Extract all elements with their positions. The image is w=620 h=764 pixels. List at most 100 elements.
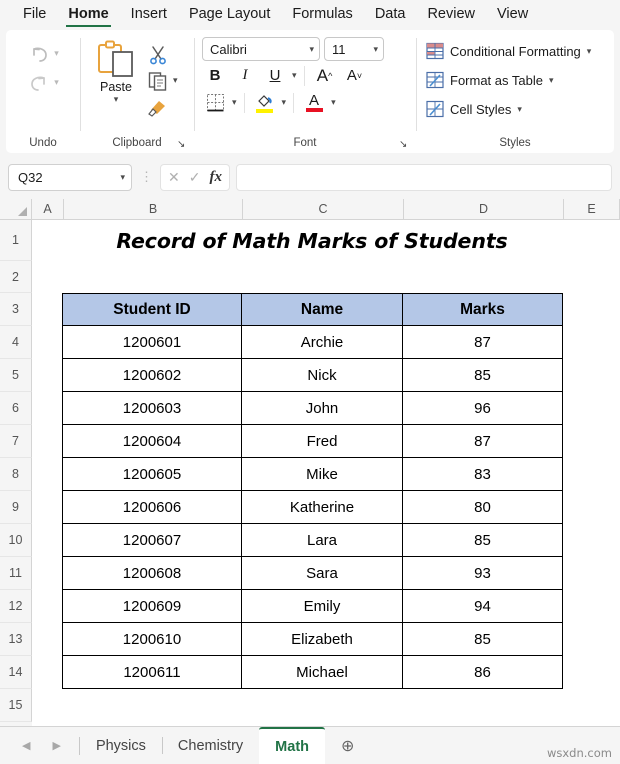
row-header-3[interactable]: 3 — [0, 293, 32, 326]
increase-font-size-button[interactable]: A ^ — [312, 63, 338, 88]
cancel-formula-button[interactable]: ✕ — [168, 170, 180, 184]
cell-student-id[interactable]: 1200605 — [62, 457, 242, 491]
column-header-e[interactable]: E — [564, 199, 620, 220]
cut-button[interactable] — [147, 42, 178, 67]
sheet-tab-physics[interactable]: Physics — [80, 727, 162, 764]
row-header-11[interactable]: 11 — [0, 557, 32, 590]
column-header-b[interactable]: B — [64, 199, 243, 220]
borders-chevron-down-icon[interactable]: ▾ — [232, 97, 237, 108]
cell-student-id[interactable]: 1200609 — [62, 589, 242, 623]
row-header-7[interactable]: 7 — [0, 425, 32, 458]
row-header-15[interactable]: 15 — [0, 689, 32, 722]
copy-button[interactable]: ▾ — [147, 68, 178, 93]
decrease-font-size-button[interactable]: A ˅ — [342, 63, 368, 88]
font-color-chevron-down-icon[interactable]: ▾ — [331, 97, 336, 108]
column-header-c[interactable]: C — [243, 199, 404, 220]
formula-input[interactable] — [235, 163, 612, 191]
cell-marks[interactable]: 94 — [402, 589, 563, 623]
cell-name[interactable]: Sara — [241, 556, 403, 590]
select-all-corner-button[interactable] — [0, 199, 32, 220]
copy-dropdown-chevron-icon[interactable]: ▾ — [173, 75, 178, 86]
cell-name[interactable]: Archie — [241, 325, 403, 359]
row-header-10[interactable]: 10 — [0, 524, 32, 557]
name-box-chevron-down-icon[interactable]: ▾ — [120, 172, 125, 183]
previous-sheet-arrow-icon[interactable]: ◀ — [22, 739, 30, 752]
cell-student-id[interactable]: 1200601 — [62, 325, 242, 359]
row-header-9[interactable]: 9 — [0, 491, 32, 524]
cell-student-id[interactable]: 1200604 — [62, 424, 242, 458]
insert-function-button[interactable]: fx — [209, 169, 222, 186]
row-header-6[interactable]: 6 — [0, 392, 32, 425]
conditional-formatting-chevron-down-icon[interactable]: ▾ — [587, 46, 592, 57]
ribbon-tab-page-layout[interactable]: Page Layout — [178, 4, 281, 28]
sheet-tab-chemistry[interactable]: Chemistry — [161, 727, 259, 764]
cell-marks[interactable]: 85 — [402, 358, 563, 392]
cell-name[interactable]: John — [241, 391, 403, 425]
cell-name[interactable]: Mike — [241, 457, 403, 491]
row-header-4[interactable]: 4 — [0, 326, 32, 359]
ribbon-tab-review[interactable]: Review — [416, 4, 486, 28]
row-header-12[interactable]: 12 — [0, 590, 32, 623]
cell-marks[interactable]: 96 — [402, 391, 563, 425]
fill-color-chevron-down-icon[interactable]: ▾ — [282, 97, 287, 108]
row-header-14[interactable]: 14 — [0, 656, 32, 689]
cell-student-id[interactable]: 1200608 — [62, 556, 242, 590]
cell-student-id[interactable]: 1200607 — [62, 523, 242, 557]
ribbon-tab-home[interactable]: Home — [57, 4, 119, 28]
sheet-tab-math[interactable]: Math — [259, 727, 326, 764]
add-sheet-button[interactable]: ⊕ — [325, 727, 370, 764]
ribbon-tab-file[interactable]: File — [12, 4, 57, 28]
column-header-a[interactable]: A — [32, 199, 64, 220]
font-size-select[interactable]: 11 ▾ — [324, 37, 384, 61]
cell-marks[interactable]: 86 — [402, 655, 563, 689]
cell-name[interactable]: Fred — [241, 424, 403, 458]
font-name-select[interactable]: Calibri ▾ — [202, 37, 320, 61]
next-sheet-arrow-icon[interactable]: ▶ — [52, 739, 60, 752]
cell-student-id[interactable]: 1200603 — [62, 391, 242, 425]
cell-marks[interactable]: 85 — [402, 523, 563, 557]
cell-marks[interactable]: 87 — [402, 325, 563, 359]
row-header-1[interactable]: 1 — [0, 220, 32, 261]
ribbon-tab-formulas[interactable]: Formulas — [281, 4, 363, 28]
ribbon-tab-data[interactable]: Data — [364, 4, 417, 28]
column-header-d[interactable]: D — [404, 199, 564, 220]
redo-button[interactable]: ▾ — [27, 68, 59, 97]
font-size-chevron-down-icon[interactable]: ▾ — [373, 44, 378, 55]
font-name-chevron-down-icon[interactable]: ▾ — [309, 44, 314, 55]
cell-student-id[interactable]: 1200611 — [62, 655, 242, 689]
format-as-table-button[interactable]: Format as Table ▾ — [426, 67, 591, 93]
cell-name[interactable]: Katherine — [241, 490, 403, 524]
fill-color-button[interactable] — [252, 90, 278, 115]
row-header-13[interactable]: 13 — [0, 623, 32, 656]
italic-button[interactable]: I — [232, 63, 258, 88]
font-color-button[interactable]: A — [301, 90, 327, 115]
cell-student-id[interactable]: 1200606 — [62, 490, 242, 524]
cell-marks[interactable]: 80 — [402, 490, 563, 524]
format-painter-button[interactable] — [147, 94, 178, 119]
underline-button[interactable]: U — [262, 63, 288, 88]
bold-button[interactable]: B — [202, 63, 228, 88]
cell-student-id[interactable]: 1200610 — [62, 622, 242, 656]
conditional-formatting-button[interactable]: Conditional Formatting ▾ — [426, 38, 591, 64]
cell-student-id[interactable]: 1200602 — [62, 358, 242, 392]
undo-dropdown-chevron-icon[interactable]: ▾ — [54, 48, 59, 59]
cell-name[interactable]: Elizabeth — [241, 622, 403, 656]
format-as-table-chevron-down-icon[interactable]: ▾ — [549, 75, 554, 86]
cell-name[interactable]: Emily — [241, 589, 403, 623]
cells-area[interactable]: Record of Math Marks of Students Student… — [32, 220, 620, 726]
row-header-2[interactable]: 2 — [0, 261, 32, 293]
undo-button[interactable]: ▾ — [27, 39, 59, 68]
cell-name[interactable]: Michael — [241, 655, 403, 689]
borders-button[interactable] — [202, 90, 228, 115]
cell-marks[interactable]: 93 — [402, 556, 563, 590]
cell-marks[interactable]: 83 — [402, 457, 563, 491]
cell-name[interactable]: Lara — [241, 523, 403, 557]
underline-chevron-down-icon[interactable]: ▾ — [292, 70, 297, 81]
cell-marks[interactable]: 85 — [402, 622, 563, 656]
cell-name[interactable]: Nick — [241, 358, 403, 392]
cell-styles-chevron-down-icon[interactable]: ▾ — [517, 104, 522, 115]
clipboard-dialog-launcher-icon[interactable]: ↘ — [177, 139, 188, 150]
enter-formula-button[interactable]: ✓ — [189, 170, 201, 184]
paste-button[interactable]: Paste ▾ — [88, 37, 144, 105]
ribbon-tab-insert[interactable]: Insert — [120, 4, 178, 28]
